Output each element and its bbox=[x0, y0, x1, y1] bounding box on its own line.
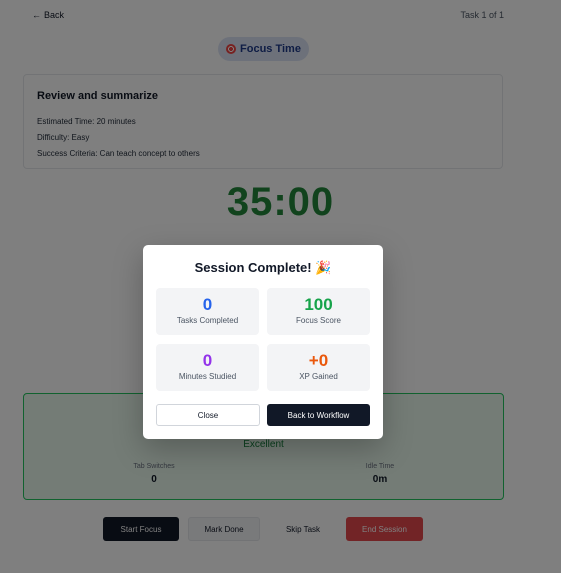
minutes-studied-label: Minutes Studied bbox=[178, 372, 237, 381]
tasks-completed-label: Tasks Completed bbox=[176, 316, 239, 325]
tasks-completed-tile: 0 Tasks Completed bbox=[156, 288, 259, 335]
xp-gained-tile: +0 XP Gained bbox=[267, 344, 370, 391]
close-button[interactable]: Close bbox=[156, 404, 260, 426]
minutes-studied-value: 0 bbox=[202, 351, 213, 370]
back-to-workflow-button[interactable]: Back to Workflow bbox=[267, 404, 370, 426]
focus-score-value: 100 bbox=[304, 295, 333, 314]
focus-score-label: Focus Score bbox=[296, 316, 341, 325]
xp-gained-label: XP Gained bbox=[299, 372, 338, 381]
tasks-completed-value: 0 bbox=[202, 295, 213, 314]
focus-session-page: ← Back Task 1 of 1 Focus Time Review and… bbox=[0, 0, 561, 573]
dialog-title: Session Complete! 🎉 bbox=[194, 260, 332, 275]
minutes-studied-tile: 0 Minutes Studied bbox=[156, 344, 259, 391]
session-complete-dialog: Session Complete! 🎉 0 Tasks Completed 10… bbox=[143, 245, 383, 439]
focus-score-tile: 100 Focus Score bbox=[267, 288, 370, 335]
xp-gained-value: +0 bbox=[308, 351, 329, 370]
